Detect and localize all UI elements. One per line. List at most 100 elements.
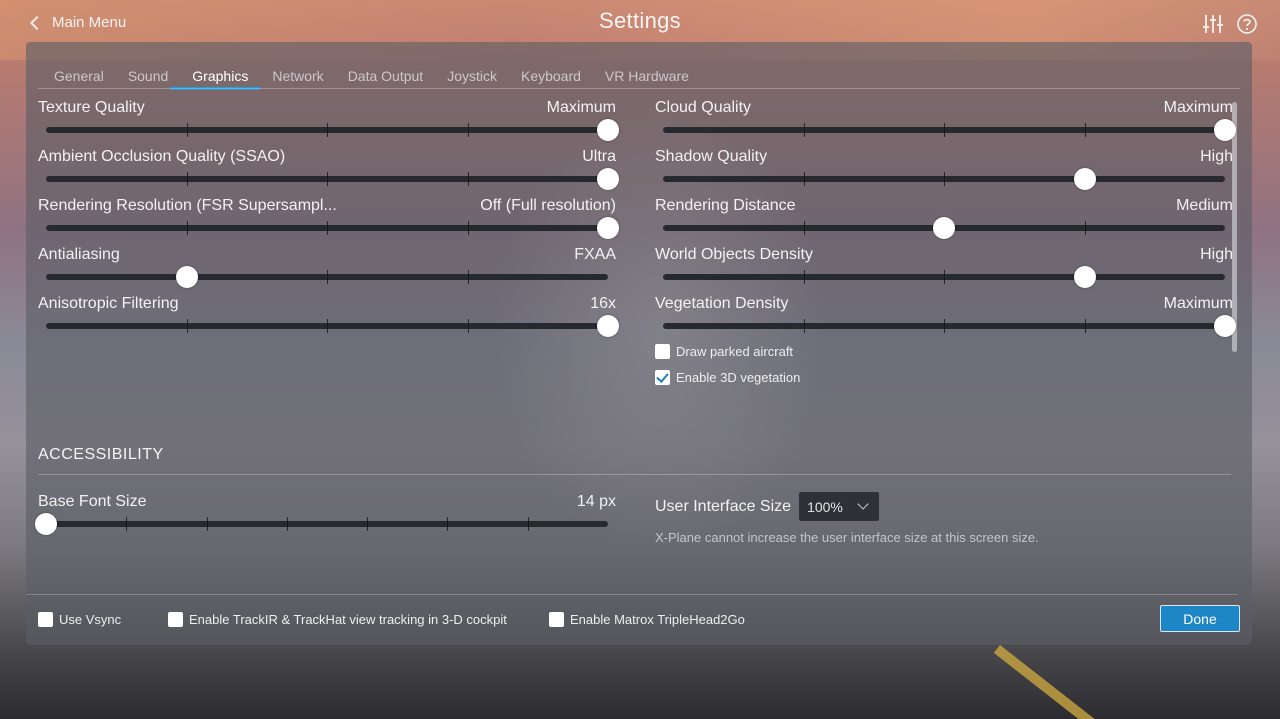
slider-tick [327,123,328,137]
tab-network[interactable]: Network [260,68,335,88]
slider-track[interactable] [663,119,1236,141]
slider-track[interactable] [663,266,1225,288]
setting-value: 14 px [576,493,616,510]
slider-tick [944,270,945,284]
enable-3d-vegetation-checkbox[interactable]: Enable 3D vegetation [655,370,800,385]
slider-thumb[interactable] [1214,315,1236,337]
checkbox-box[interactable] [38,612,53,627]
setting-label: Base Font Size [38,493,147,510]
setting-label: World Objects Density [655,246,813,263]
slider-tick [186,123,188,137]
checkbox-box[interactable] [655,344,670,359]
setting-texture-quality-slider[interactable]: Texture Quality Maximum [38,99,619,145]
setting-rendering-resolution-fsr-supersampl-slider[interactable]: Rendering Resolution (FSR Supersampl... O… [38,197,619,243]
ui-size-note: X-Plane cannot increase the user interfa… [655,530,1039,545]
setting-value: High [1200,246,1233,263]
setting-anisotropic-filtering-slider[interactable]: Anisotropic Filtering 16x [38,295,619,341]
slider-thumb[interactable] [35,513,57,535]
setting-value: Maximum [546,99,616,116]
slider-tick [1084,123,1086,137]
slider-tick [467,221,469,235]
done-button[interactable]: Done [1160,605,1240,632]
top-icons [1202,13,1258,35]
slider-thumb[interactable] [597,315,619,337]
slider-tick [803,319,805,333]
slider-tick [803,123,805,137]
trackir-checkbox[interactable]: Enable TrackIR & TrackHat view tracking … [168,612,507,627]
help-icon[interactable] [1236,13,1258,35]
slider-tick [186,319,188,333]
setting-value: Maximum [1163,295,1233,312]
slider-tick [286,517,288,531]
checkbox-label: Use Vsync [59,612,122,627]
slider-tick [327,319,328,333]
slider-thumb[interactable] [1214,119,1236,141]
slider-thumb[interactable] [933,217,955,239]
slider-track[interactable] [663,168,1225,190]
slider-track[interactable] [663,217,1225,239]
setting-label: Shadow Quality [655,148,768,165]
base-font-size-slider[interactable]: Base Font Size 14 px [35,493,616,539]
slider-thumb[interactable] [175,266,198,288]
checkbox-box[interactable] [549,612,564,627]
setting-label: Rendering Distance [655,197,796,214]
setting-vegetation-density-slider[interactable]: Vegetation Density Maximum [655,295,1236,341]
setting-world-objects-density-slider[interactable]: World Objects Density High [655,246,1233,292]
setting-antialiasing-slider[interactable]: Antialiasing FXAA [38,246,616,292]
slider-track[interactable] [663,315,1236,337]
setting-label: Texture Quality [38,99,145,116]
slider-track[interactable] [46,119,619,141]
tab-bar: General Sound Graphics Network Data Output Jo… [54,68,701,90]
slider-track[interactable] [35,513,608,535]
slider-track[interactable] [46,217,619,239]
setting-cloud-quality-slider[interactable]: Cloud Quality Maximum [655,99,1236,145]
setting-ambient-occlusion-quality-ssao-slider[interactable]: Ambient Occlusion Quality (SSAO) Ultra [38,148,619,194]
footer-divider [26,594,1238,595]
runway-marking [993,645,1119,719]
slider-thumb[interactable] [597,217,619,239]
slider-thumb[interactable] [597,119,619,141]
slider-tick [803,270,805,284]
checkbox-box[interactable] [168,612,183,627]
setting-label: Cloud Quality [655,99,752,116]
tab-sound[interactable]: Sound [116,68,180,88]
setting-value: High [1200,148,1233,165]
slider-tick [327,172,328,186]
tab-general[interactable]: General [54,68,116,88]
slider-tick [327,221,328,235]
setting-value: Maximum [1163,99,1233,116]
slider-tick [186,221,188,235]
slider-thumb[interactable] [1073,266,1096,288]
checkbox-label: Enable 3D vegetation [676,370,801,385]
setting-shadow-quality-slider[interactable]: Shadow Quality High [655,148,1233,194]
dropdown-value: 100% [807,498,843,515]
triplehead-checkbox[interactable]: Enable Matrox TripleHead2Go [549,612,745,627]
checkbox-label: Enable TrackIR & TrackHat view tracking … [189,612,507,627]
setting-rendering-distance-slider[interactable]: Rendering Distance Medium [655,197,1233,243]
slider-track[interactable] [46,266,608,288]
tab-joystick[interactable]: Joystick [435,68,509,88]
draw-parked-aircraft-checkbox[interactable]: Draw parked aircraft [655,344,793,359]
top-bar: Main Menu Settings [0,0,1280,42]
setting-label: Anisotropic Filtering [38,295,179,312]
slider-tick [447,517,449,531]
tab-graphics[interactable]: Graphics [170,68,261,90]
slider-track[interactable] [46,168,619,190]
tab-data-output[interactable]: Data Output [336,68,436,88]
slider-tick [206,517,208,531]
sliders-icon[interactable] [1202,13,1224,35]
slider-tick [944,123,945,137]
slider-track[interactable] [46,315,619,337]
accessibility-heading: ACCESSIBILITY [38,446,164,463]
section-divider [38,474,1231,475]
tab-vr-hardware[interactable]: VR Hardware [593,68,701,88]
ui-size-dropdown[interactable]: 100% [799,492,880,521]
tab-keyboard[interactable]: Keyboard [509,68,593,88]
slider-tick [367,517,369,531]
slider-tick [944,319,945,333]
slider-thumb[interactable] [597,168,619,190]
use-vsync-checkbox[interactable]: Use Vsync [38,612,121,627]
slider-thumb[interactable] [1073,168,1096,190]
checkbox-box[interactable] [655,370,670,385]
slider-tick [944,172,945,186]
